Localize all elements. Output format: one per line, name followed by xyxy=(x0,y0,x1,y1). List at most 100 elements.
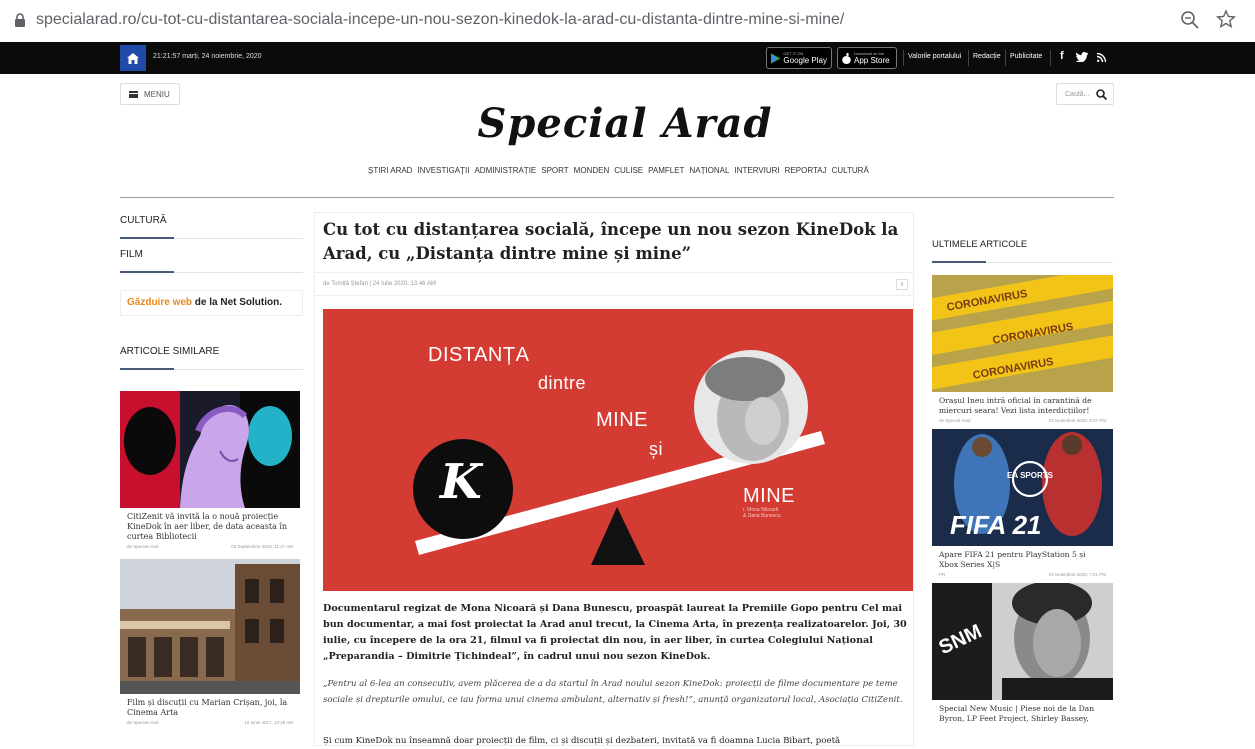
menu-button[interactable]: MENIU xyxy=(120,83,180,105)
related-title-label: ARTICOLE SIMILARE xyxy=(120,346,220,357)
search-placeholder: Caută... xyxy=(1065,90,1090,98)
nav-national[interactable]: NAȚIONAL xyxy=(689,166,729,175)
nav-reportaj[interactable]: REPORTAJ xyxy=(785,166,827,175)
home-button[interactable] xyxy=(120,45,146,71)
fifa-21-image: EA SPORTS FIFA 21 xyxy=(932,429,1113,546)
related-thumbnail[interactable] xyxy=(120,559,300,694)
hosting-text: de la Net Solution. xyxy=(192,297,283,308)
left-sidebar: CULTURĂ FILM Găzduire web de la Net Solu… xyxy=(120,205,303,731)
related-title: ARTICOLE SIMILARE xyxy=(120,316,303,370)
google-play-icon xyxy=(771,52,781,64)
twitter-icon[interactable] xyxy=(1076,52,1088,62)
address-bar[interactable]: specialarad.ro/cu-tot-cu-distantarea-soc… xyxy=(0,0,1255,42)
latest-thumbnail[interactable]: SNM xyxy=(932,583,1113,700)
nav-sport[interactable]: SPORT xyxy=(541,166,568,175)
hero-line-distanta: DISTANȚA xyxy=(428,344,530,366)
search-input[interactable]: Caută... xyxy=(1056,83,1114,105)
ea-sports-label: EA SPORTS xyxy=(1007,471,1054,480)
latest-article[interactable]: CORONAVIRUS CORONAVIRUS CORONAVIRUS Oraș… xyxy=(932,275,1113,429)
top-bar: 21:21:57 marți, 24 noiembrie, 2020 GET I… xyxy=(0,42,1255,74)
rss-icon[interactable] xyxy=(1097,53,1106,62)
category-label: FILM xyxy=(120,249,143,260)
app-store-label: App Store xyxy=(854,56,890,65)
comment-count[interactable]: 0 xyxy=(896,279,908,290)
link-valorile-portalului[interactable]: Valorile portalului xyxy=(908,53,961,60)
main-nav: ȘTIRI ARAD INVESTIGAȚII ADMINISTRAȚIE SP… xyxy=(368,166,888,175)
latest-article[interactable]: EA SPORTS FIFA 21 Apare FIFA 21 pentru P… xyxy=(932,429,1113,583)
related-article-meta: de Special Arad 03 Septembrie 2019, 11:2… xyxy=(120,544,300,555)
musician-portrait-image: SNM xyxy=(932,583,1113,700)
menu-label: MENIU xyxy=(144,89,170,99)
nav-pamflet[interactable]: PAMFLET xyxy=(648,166,684,175)
related-article-author: de Special Arad xyxy=(127,544,159,549)
hamburger-icon xyxy=(129,90,138,98)
related-article-title[interactable]: CitiZenit vă invită la o nouă proiecție … xyxy=(120,508,300,544)
hero-credit: r. Mona Nicoară & Dana Bunescu xyxy=(743,507,781,519)
category-film[interactable]: FILM xyxy=(120,239,303,273)
category-cultura[interactable]: CULTURĂ xyxy=(120,205,303,239)
section-underline xyxy=(120,368,174,370)
link-redactie[interactable]: Redacție xyxy=(973,53,1001,60)
latest-article-author: PR xyxy=(939,572,946,577)
home-icon xyxy=(127,52,139,64)
latest-article-title[interactable]: Orașul Ineu intră oficial în carantină d… xyxy=(932,392,1113,418)
building-photo-image xyxy=(120,559,300,694)
category-label: CULTURĂ xyxy=(120,215,167,226)
latest-articles-title: ULTIMELE ARTICOLE xyxy=(932,230,1113,263)
related-article-date: 10 Iunie 2017, 10:28 AM xyxy=(244,720,293,725)
url-text[interactable]: specialarad.ro/cu-tot-cu-distantarea-soc… xyxy=(36,11,844,29)
latest-thumbnail[interactable]: CORONAVIRUS CORONAVIRUS CORONAVIRUS xyxy=(932,275,1113,392)
zoom-icon[interactable] xyxy=(1180,10,1200,30)
related-article-author: de Special Arad xyxy=(127,720,159,725)
latest-article-title[interactable]: Apare FIFA 21 pentru PlayStation 5 și Xb… xyxy=(932,546,1113,572)
article-paragraph-1: Documentarul regizat de Mona Nicoară și … xyxy=(323,603,907,662)
nav-interviuri[interactable]: INTERVIURI xyxy=(734,166,779,175)
article-title: Cu tot cu distanțarea socială, începe un… xyxy=(323,220,899,263)
latest-article-date: 24 Noiembrie 2020, 8:27 PM xyxy=(1048,418,1106,423)
hero-line-si: și xyxy=(649,439,663,459)
nav-stiri-arad[interactable]: ȘTIRI ARAD xyxy=(368,166,412,175)
related-thumbnail[interactable] xyxy=(120,391,300,508)
google-play-label: Google Play xyxy=(783,56,827,65)
current-datetime: 21:21:57 marți, 24 noiembrie, 2020 xyxy=(153,53,262,60)
latest-article-meta: de Special Arad 24 Noiembrie 2020, 8:27 … xyxy=(932,418,1113,429)
apple-icon xyxy=(842,52,851,64)
section-underline xyxy=(932,261,986,263)
kinedok-logo: K xyxy=(440,454,482,510)
related-article[interactable]: Film și discuții cu Marian Crișan, joi, … xyxy=(120,559,300,731)
related-article-date: 03 Septembrie 2019, 11:27 AM xyxy=(231,544,293,549)
related-article-title[interactable]: Film și discuții cu Marian Crișan, joi, … xyxy=(120,694,300,720)
hero-credit-2: & Dana Bunescu xyxy=(743,513,781,519)
hero-line-mine-2: MINE xyxy=(743,485,795,507)
lock-icon xyxy=(15,13,25,27)
latest-article-date: 24 Noiembrie 2020, 7:21 PM xyxy=(1048,572,1106,577)
related-article[interactable]: CitiZenit vă invită la o nouă proiecție … xyxy=(120,391,300,555)
nav-culise[interactable]: CULISE xyxy=(614,166,643,175)
app-store-button[interactable]: Download on the App Store xyxy=(837,47,897,69)
statue-pop-art-image xyxy=(120,391,300,508)
hero-line-dintre: dintre xyxy=(538,373,587,393)
hosting-banner[interactable]: Găzduire web de la Net Solution. xyxy=(120,290,303,316)
latest-article-author: de Special Arad xyxy=(939,418,971,423)
nav-cultura[interactable]: CULTURĂ xyxy=(832,166,869,175)
nav-administratie[interactable]: ADMINISTRAȚIE xyxy=(474,166,536,175)
nav-investigatii[interactable]: INVESTIGAȚII xyxy=(417,166,469,175)
header-divider xyxy=(120,197,1114,198)
facebook-icon[interactable]: f xyxy=(1060,50,1064,62)
link-publicitate[interactable]: Publicitate xyxy=(1010,53,1042,60)
google-play-button[interactable]: GET IT ON Google Play xyxy=(766,47,832,69)
category-underline xyxy=(120,271,174,273)
latest-articles-label: ULTIMELE ARTICOLE xyxy=(932,239,1028,250)
latest-article[interactable]: SNM Special New Music | Piese noi de la … xyxy=(932,583,1113,726)
site-logo[interactable]: Special Arad xyxy=(440,100,810,147)
nav-monden[interactable]: MONDEN xyxy=(574,166,610,175)
latest-article-title[interactable]: Special New Music | Piese noi de la Dan … xyxy=(932,700,1113,726)
star-icon[interactable] xyxy=(1216,9,1236,29)
hero-line-mine: MINE xyxy=(596,409,648,431)
fifa-label: FIFA 21 xyxy=(950,510,1042,540)
search-icon[interactable] xyxy=(1096,89,1107,100)
latest-thumbnail[interactable]: EA SPORTS FIFA 21 xyxy=(932,429,1113,546)
hero-illustration xyxy=(413,350,825,565)
hosting-highlight: Găzduire web xyxy=(127,297,193,308)
divider xyxy=(968,50,969,66)
